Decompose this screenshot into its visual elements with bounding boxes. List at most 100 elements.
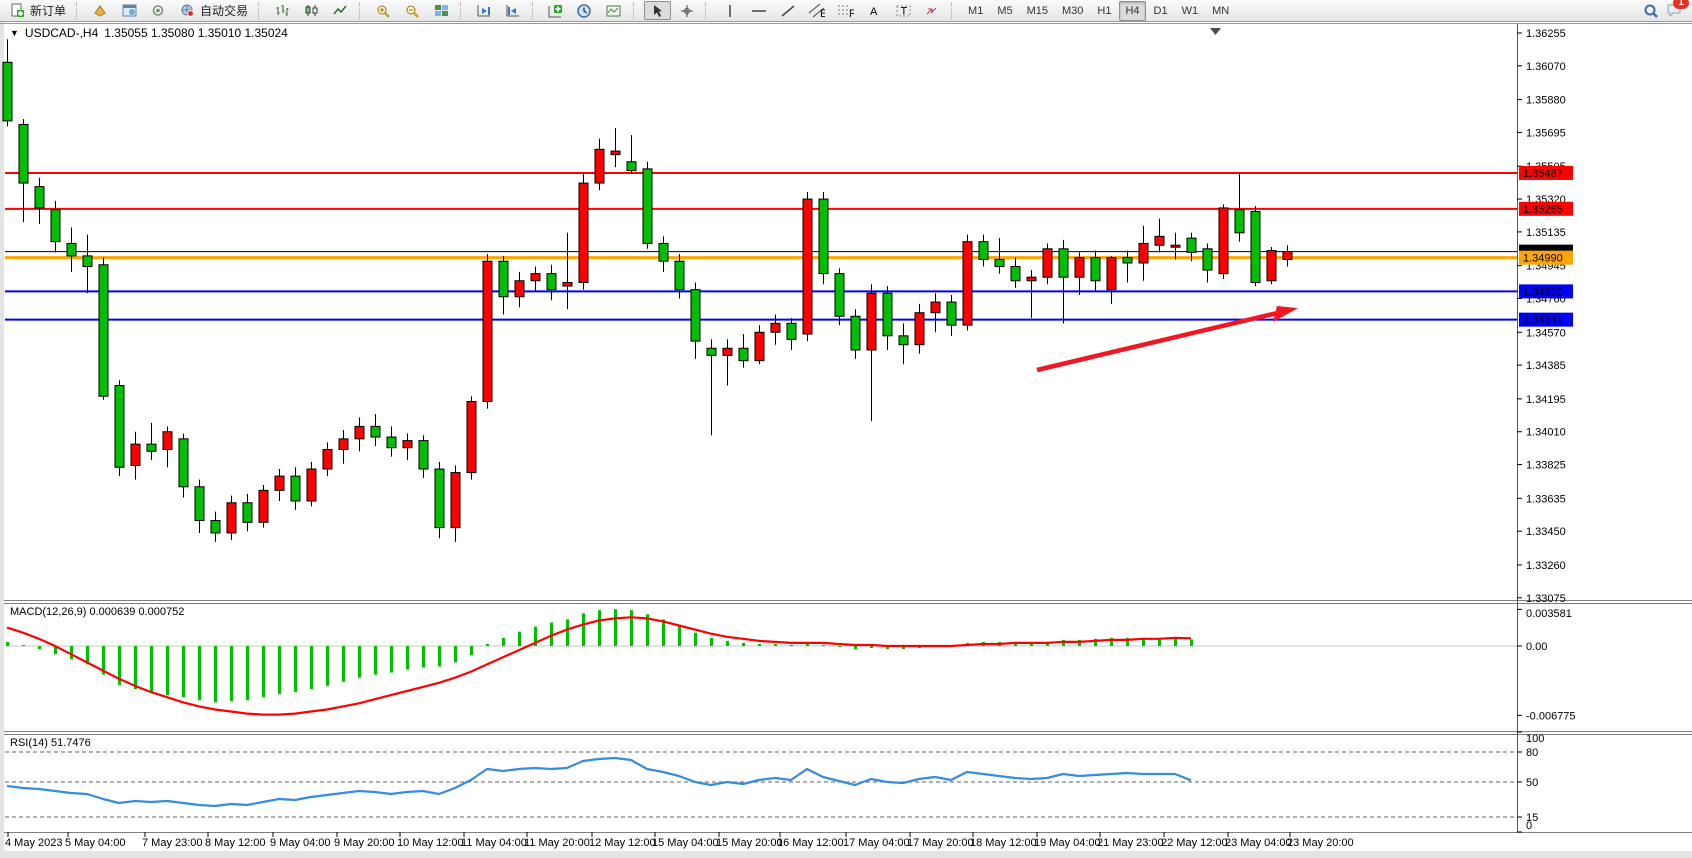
separator xyxy=(359,3,365,19)
text-icon[interactable]: A xyxy=(861,1,888,20)
svg-text:8 May 12:00: 8 May 12:00 xyxy=(205,837,266,849)
new-order-button[interactable]: 新订单 xyxy=(4,0,71,21)
separator xyxy=(705,3,711,19)
collapse-triangle-icon[interactable]: ▼ xyxy=(10,28,19,38)
svg-text:15 May 04:00: 15 May 04:00 xyxy=(652,837,719,849)
bar-chart-icon[interactable] xyxy=(269,1,296,20)
fibonacci-icon[interactable]: F xyxy=(832,1,859,20)
svg-text:23 May 20:00: 23 May 20:00 xyxy=(1287,837,1354,849)
chat-icon[interactable]: 1 xyxy=(1665,2,1682,19)
arrows-icon[interactable] xyxy=(919,1,946,20)
svg-text:18 May 12:00: 18 May 12:00 xyxy=(970,837,1037,849)
svg-text:1.34385: 1.34385 xyxy=(1526,360,1566,372)
svg-text:17 May 04:00: 17 May 04:00 xyxy=(843,837,910,849)
svg-text:1.34195: 1.34195 xyxy=(1526,394,1566,406)
svg-text:1.34800: 1.34800 xyxy=(1523,286,1563,298)
cursor-icon[interactable] xyxy=(644,1,671,20)
svg-text:1.36255: 1.36255 xyxy=(1526,28,1566,40)
crosshair-icon[interactable] xyxy=(673,1,700,20)
svg-text:1.34990: 1.34990 xyxy=(1523,253,1563,265)
auto-trading-label: 自动交易 xyxy=(200,2,248,19)
svg-text:0.00: 0.00 xyxy=(1526,641,1547,653)
mt4-window: 新订单 自动交易 xyxy=(0,0,1692,858)
new-chart-icon[interactable] xyxy=(543,1,570,20)
zoom-in-icon[interactable] xyxy=(370,1,397,20)
timeframe-m5[interactable]: M5 xyxy=(991,1,1018,21)
auto-scroll-icon[interactable] xyxy=(471,1,498,20)
notification-badge: 1 xyxy=(1673,0,1689,9)
svg-text:1.33825: 1.33825 xyxy=(1526,460,1566,472)
svg-text:100: 100 xyxy=(1526,733,1544,745)
signals-icon[interactable] xyxy=(145,1,172,20)
periods-icon[interactable] xyxy=(572,1,599,20)
timeframe-m1[interactable]: M1 xyxy=(962,1,989,21)
candle xyxy=(1251,206,1260,286)
timeframe-d1[interactable]: D1 xyxy=(1148,1,1174,21)
auto-trading-button[interactable]: 自动交易 xyxy=(174,0,253,21)
candle xyxy=(835,268,844,325)
svg-text:15 May 20:00: 15 May 20:00 xyxy=(716,837,783,849)
macd-indicator-label: MACD(12,26,9) 0.000639 0.000752 xyxy=(10,606,184,618)
candle xyxy=(259,485,268,528)
candle xyxy=(963,235,972,331)
ohlc-values: 1.35055 1.35080 1.35010 1.35024 xyxy=(104,26,288,40)
candle xyxy=(1267,247,1276,284)
new-order-label: 新订单 xyxy=(30,2,66,19)
svg-text:11 May 20:00: 11 May 20:00 xyxy=(524,837,590,849)
timeframe-w1[interactable]: W1 xyxy=(1176,1,1205,21)
templates-icon[interactable] xyxy=(601,1,628,20)
text-label-icon[interactable]: T xyxy=(890,1,917,20)
price-tag: 1.34641 xyxy=(1519,313,1573,327)
timeframe-buttons: M1M5M15M30H1H4D1W1MN xyxy=(962,1,1235,21)
vertical-line-icon[interactable] xyxy=(716,1,743,20)
chart-shift-icon[interactable] xyxy=(500,1,527,20)
candlestick-chart-icon[interactable] xyxy=(298,1,325,20)
separator xyxy=(76,3,82,19)
search-icon[interactable] xyxy=(1642,2,1659,19)
rsi-indicator-label: RSI(14) 51.7476 xyxy=(10,737,91,749)
trendline-icon[interactable] xyxy=(774,1,801,20)
horizontal-line-icon[interactable] xyxy=(745,1,772,20)
price-tag: 1.35265 xyxy=(1519,202,1573,216)
market-watch-icon[interactable] xyxy=(116,1,143,20)
timeframe-h4[interactable]: H4 xyxy=(1119,1,1145,21)
candle xyxy=(803,192,812,341)
svg-text:11 May 04:00: 11 May 04:00 xyxy=(461,837,527,849)
svg-text:1.33450: 1.33450 xyxy=(1526,526,1566,538)
svg-text:50: 50 xyxy=(1526,777,1538,789)
svg-text:T: T xyxy=(901,5,908,17)
profile-icon[interactable] xyxy=(87,1,114,20)
price-tag: 1.34800 xyxy=(1519,284,1573,298)
equidistant-channel-icon[interactable]: E xyxy=(803,1,830,20)
svg-text:1.33260: 1.33260 xyxy=(1526,560,1566,572)
zoom-out-icon[interactable] xyxy=(399,1,426,20)
candle xyxy=(579,172,588,289)
timeframe-mn[interactable]: MN xyxy=(1206,1,1235,21)
candle xyxy=(467,396,476,479)
tile-windows-icon[interactable] xyxy=(428,1,455,20)
separator xyxy=(951,3,957,19)
auto-trading-icon xyxy=(179,2,196,19)
svg-text:1.34570: 1.34570 xyxy=(1526,327,1566,339)
candle xyxy=(483,254,492,409)
candle xyxy=(643,162,652,249)
svg-text:F: F xyxy=(849,8,854,18)
new-order-icon xyxy=(9,2,26,19)
svg-text:1.35880: 1.35880 xyxy=(1526,95,1566,107)
svg-text:0: 0 xyxy=(1526,820,1532,832)
chart-title: ▼ USDCAD-,H4 1.35055 1.35080 1.35010 1.3… xyxy=(10,26,288,40)
line-chart-icon[interactable] xyxy=(327,1,354,20)
svg-text:10 May 12:00: 10 May 12:00 xyxy=(397,837,464,849)
timeframe-m15[interactable]: M15 xyxy=(1021,1,1054,21)
symbol-label: USDCAD-,H4 xyxy=(25,26,98,40)
window-bottom-edge xyxy=(0,851,1692,858)
svg-text:1.34641: 1.34641 xyxy=(1523,315,1563,327)
svg-text:-0.006775: -0.006775 xyxy=(1526,710,1576,722)
toolbar: 新订单 自动交易 xyxy=(0,0,1692,22)
candle xyxy=(115,380,124,476)
candle xyxy=(307,462,316,506)
svg-text:9 May 04:00: 9 May 04:00 xyxy=(270,837,331,849)
svg-text:1.35695: 1.35695 xyxy=(1526,127,1566,139)
timeframe-h1[interactable]: H1 xyxy=(1091,1,1117,21)
timeframe-m30[interactable]: M30 xyxy=(1056,1,1089,21)
